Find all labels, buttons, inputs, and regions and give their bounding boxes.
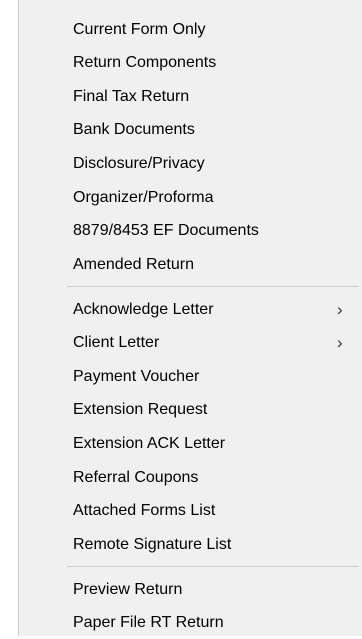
menu-item-label: Extension Request [73,401,208,418]
menu-item-label: Referral Coupons [73,469,199,486]
menu-item-ef-documents[interactable]: 8879/8453 EF Documents [19,214,362,247]
menu-item-disclosure-privacy[interactable]: Disclosure/Privacy [19,147,362,180]
menu-separator [67,286,359,287]
menu-item-label: Disclosure/Privacy [73,155,205,172]
menu-item-return-components[interactable]: Return Components [19,46,362,79]
menu-item-label: Final Tax Return [73,88,190,105]
menu-item-preview-return[interactable]: Preview Return [19,573,362,606]
chevron-right-icon: › [337,300,343,319]
menu-item-current-form-only[interactable]: Current Form Only [19,13,362,46]
context-menu: Current Form Only Return Components Fina… [18,0,362,636]
menu-item-label: Return Components [73,54,217,71]
menu-item-remote-signature-list[interactable]: Remote Signature List [19,528,362,561]
menu-item-label: Amended Return [73,256,194,273]
menu-item-label: Preview Return [73,581,183,598]
menu-item-label: 8879/8453 EF Documents [73,222,259,239]
menu-item-client-letter[interactable]: Client Letter › [19,326,362,359]
menu-item-final-tax-return[interactable]: Final Tax Return [19,80,362,113]
menu-item-label: Acknowledge Letter [73,301,214,318]
menu-item-organizer-proforma[interactable]: Organizer/Proforma [19,181,362,214]
menu-item-amended-return[interactable]: Amended Return [19,248,362,281]
chevron-right-icon: › [337,333,343,352]
menu-item-paper-file-rt-return[interactable]: Paper File RT Return [19,606,362,639]
menu-item-bank-documents[interactable]: Bank Documents [19,113,362,146]
menu-item-label: Remote Signature List [73,536,232,553]
menu-item-label: Bank Documents [73,121,195,138]
menu-item-extension-ack-letter[interactable]: Extension ACK Letter [19,427,362,460]
menu-item-label: Attached Forms List [73,502,216,519]
menu-item-label: Client Letter [73,334,160,351]
menu-item-referral-coupons[interactable]: Referral Coupons [19,461,362,494]
menu-item-attached-forms-list[interactable]: Attached Forms List [19,494,362,527]
menu-item-extension-request[interactable]: Extension Request [19,393,362,426]
menu-separator [67,566,359,567]
menu-item-label: Paper File RT Return [73,614,224,631]
menu-item-acknowledge-letter[interactable]: Acknowledge Letter › [19,293,362,326]
menu-item-label: Organizer/Proforma [73,189,214,206]
menu-item-label: Extension ACK Letter [73,435,226,452]
menu-item-payment-voucher[interactable]: Payment Voucher [19,360,362,393]
menu-item-label: Payment Voucher [73,368,200,385]
menu-item-label: Current Form Only [73,21,206,38]
